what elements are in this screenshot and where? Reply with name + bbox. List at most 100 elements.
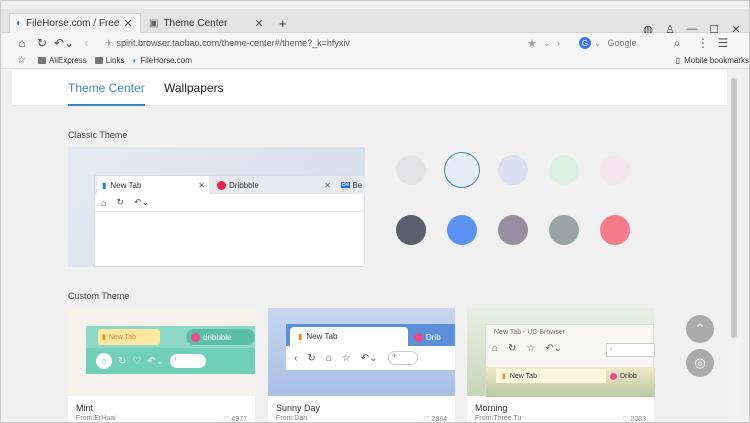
color-swatch[interactable] [396,155,426,185]
new-tab-button[interactable]: + [273,13,291,33]
address-pill: ‹ [606,343,655,357]
bookmark-filehorse[interactable]: ◐ FileHorse.com [132,56,191,65]
preview-tab-label: New Tab [509,372,537,380]
phone-icon: ▯ [675,56,681,65]
color-swatch[interactable] [549,155,579,185]
search-icon[interactable]: ⌕ [667,33,687,53]
bookmarks-bar: ☆ AliExpress Links ◐ FileHorse.com ▯ Mobil… [1,53,749,69]
uc-icon: ▮ [502,373,506,380]
scrollbar-thumb[interactable] [731,78,737,338]
theme-author: From:ErHuai [76,415,116,422]
refresh-icon: ↻ [307,352,316,364]
more-icon[interactable]: ⋮ [693,33,713,53]
tab-filehorse[interactable]: ◐ FileHorse.com / Free Software D ✕ [9,13,141,33]
preview-tab-label: dribbble [203,332,232,342]
tab-theme-center-page[interactable]: Theme Center [68,81,145,106]
preview-toolbar: ⌂ ↻ ↶⌄ [95,194,366,212]
theme-card-mint[interactable]: ▮ New Tab dribbble ⌂ ↻ ♡ ↶⌄ ‹ Mint From:E… [68,308,255,423]
preview-tab-label: New Tab [110,180,142,190]
menu-icon[interactable]: ☰ [713,33,733,53]
refresh-icon: ↻ [118,355,127,367]
tab-wallpapers[interactable]: Wallpapers [164,81,224,95]
close-tab-icon[interactable]: ✕ [253,17,265,30]
likes-count: 4977 [231,416,247,423]
home-icon[interactable]: ⌂ [12,33,32,53]
scrollbar[interactable] [729,70,739,422]
dribbble-icon [191,332,200,342]
chevron-down-icon[interactable]: ⌄ [594,38,602,49]
behance-icon: Bē [341,182,351,188]
color-swatch[interactable] [600,215,630,245]
home-icon: ⌂ [101,197,107,208]
undo-icon[interactable]: ↶⌄ [52,33,76,53]
support-button[interactable]: ◎ [686,349,714,377]
bookmark-links[interactable]: Links [94,56,125,65]
refresh-icon[interactable]: ↻ [32,33,52,53]
color-swatch[interactable] [549,215,579,245]
page-tabs: Theme Center Wallpapers [12,70,727,106]
search-engine-icon[interactable]: G [579,37,591,49]
theme-author: From:Three.Tu [475,415,522,422]
star-icon[interactable]: ★ [527,37,537,50]
toolbar: ⌂ ↻ ↶⌄ ‹ ✈ spirit.browser.taobao.com/the… [1,33,749,53]
custom-theme-heading: Custom Theme [68,291,130,301]
address-pill: ‹ [170,354,207,368]
color-swatch[interactable] [396,215,426,245]
mobile-bookmarks[interactable]: ▯ Mobile bookmarks [676,56,749,65]
color-swatch[interactable] [447,215,477,245]
classic-theme-heading: Classic Theme [68,130,128,140]
tab-title: FileHorse.com / Free Software D [26,18,122,29]
mint-tab-dribbble: dribbble [186,329,255,345]
preview-tab-label: Be [352,180,363,190]
morning-tab: ▮ New Tab [496,369,606,383]
preview-tab-label: Drib [426,332,441,342]
uc-icon: ▮ [102,334,106,341]
scroll-to-top-button[interactable]: ⌃ [686,315,714,343]
star-icon: ☆ [526,343,536,354]
likes-count: 2083 [630,416,646,423]
address-bar[interactable]: ✈ spirit.browser.taobao.com/theme-center… [105,33,573,53]
color-swatch[interactable] [447,155,477,185]
heart-icon: ♡ [132,355,142,367]
theme-card-morning[interactable]: New Tab - UC Browser ⌂ ↻ ☆ ↶⌄ ‹ ▮ New Tab… [467,308,655,423]
browser-window: ◐ FileHorse.com / Free Software D ✕ ▣ Th… [0,0,750,423]
headset-icon: ◎ [694,355,706,370]
sunny-toolbar: ‹ ↻ ⌂ ☆ ↶⌄ ✈ [286,346,455,370]
star-icon: ☆ [341,352,351,364]
bookmark-label: Links [105,56,125,65]
chevron-down-icon[interactable]: ⌄ [543,38,551,49]
mint-tab: ▮ New Tab [98,329,160,345]
sunny-tab: ▮ New Tab [290,327,408,346]
preview-window: ▮ New Tab ✕ Dribbble ✕ Bē Be ⌂ ↻ ↶⌄ [94,175,366,267]
address-text[interactable]: spirit.browser.taobao.com/theme-center#/… [117,38,350,48]
close-tab-icon[interactable]: ✕ [122,17,134,30]
close-icon: ✕ [324,180,331,190]
morning-toolbar: ⌂ ↻ ☆ ↶⌄ [492,343,562,354]
window-title: New Tab - UC Browser [494,329,566,336]
undo-icon: ↶⌄ [147,355,165,367]
color-swatch[interactable] [600,155,630,185]
theme-likes: ♡ 4977 [223,415,247,423]
morning-window: New Tab - UC Browser ⌂ ↻ ☆ ↶⌄ ‹ ▮ New Tab… [485,324,655,397]
color-swatch[interactable] [498,155,528,185]
back-icon[interactable]: ‹ [76,33,96,53]
theme-likes: ♡ 2083 [622,415,646,423]
morning-tab-dribbble: Dribb [610,369,655,383]
back-icon: ‹ [294,352,298,364]
home-icon: ⌂ [96,353,112,369]
theme-name: Morning [475,403,508,413]
theme-center-page: Theme Center Wallpapers Classic Theme ▮ … [12,70,727,423]
theme-card-sunny-day[interactable]: ▮ New Tab Drib ‹ ↻ ⌂ ☆ ↶⌄ ✈ Sunny Day Fro… [268,308,455,423]
theme-thumbnail: ▮ New Tab Drib ‹ ↻ ⌂ ☆ ↶⌄ ✈ [268,308,455,396]
bookmark-aliexpress[interactable]: AliExpress [37,56,87,65]
likes-count: 2884 [431,416,447,423]
preview-tab-label: Dribb [620,372,637,380]
forward-icon[interactable]: › [557,38,560,48]
sunny-tab-dribbble: Drib [414,329,455,345]
bookmark-star-icon[interactable]: ☆ [17,55,26,66]
theme-author: From:Dan [276,415,308,422]
color-swatch[interactable] [498,215,528,245]
search-input[interactable]: Google [608,38,637,48]
dribbble-icon [414,332,423,342]
tab-theme-center[interactable]: ▣ Theme Center ✕ [143,13,271,33]
